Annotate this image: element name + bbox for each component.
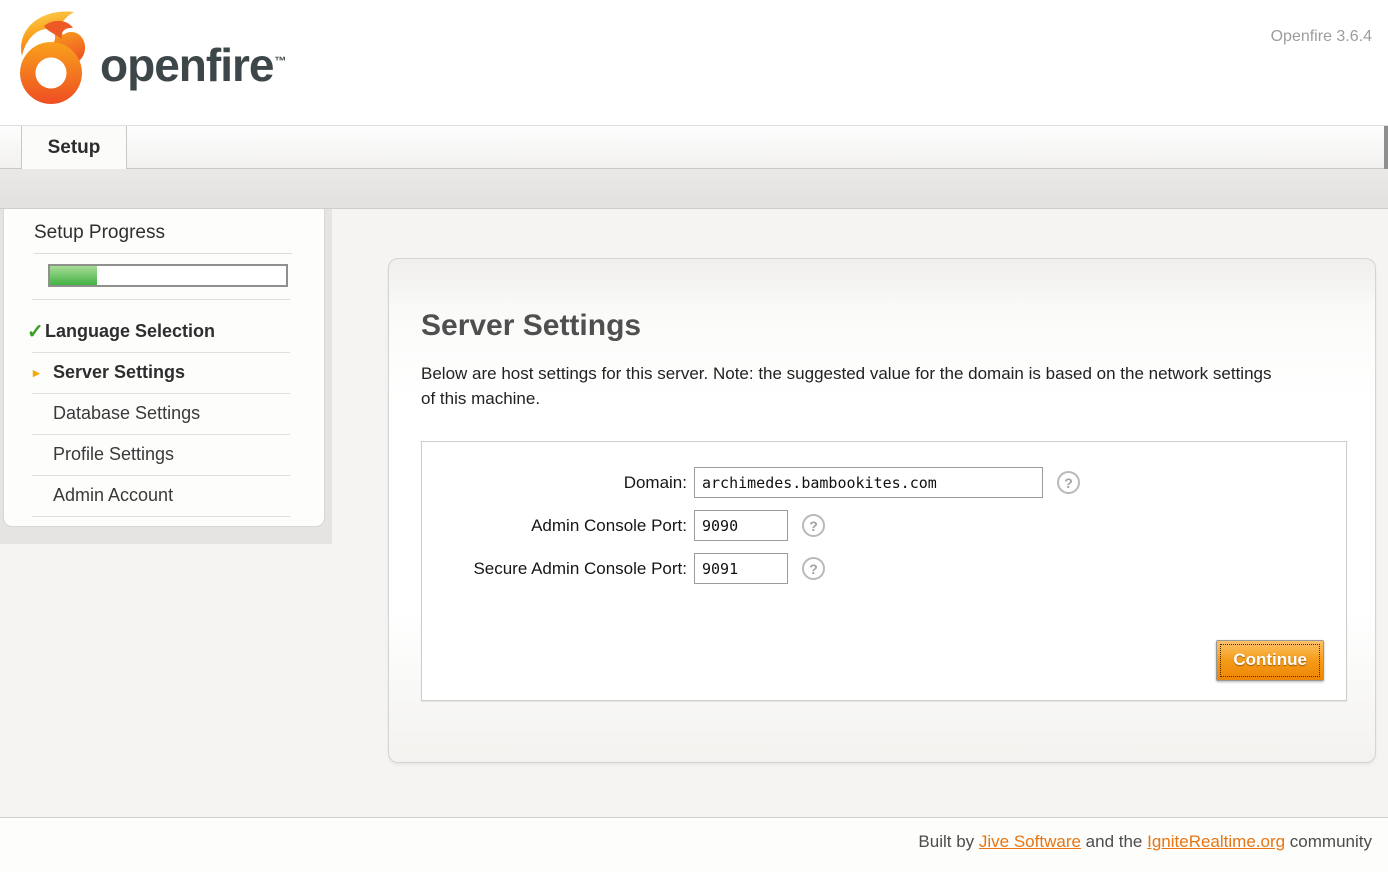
openfire-logo-icon: [14, 6, 92, 104]
form-row-secure-admin-console-port: Secure Admin Console Port: ?: [422, 553, 1346, 584]
sidebar-item-language-selection: ✓ Language Selection: [32, 312, 290, 353]
continue-button-label: Continue: [1220, 644, 1320, 677]
server-settings-form: Domain: ? Admin Console Port: ? Secure A…: [421, 441, 1347, 701]
igniterealtime-link[interactable]: IgniteRealtime.org: [1147, 832, 1285, 851]
sidebar-item-label: Admin Account: [53, 485, 173, 505]
form-row-domain: Domain: ?: [422, 467, 1346, 498]
sidebar-item-profile-settings: Profile Settings: [32, 435, 290, 476]
continue-button[interactable]: Continue: [1216, 640, 1324, 681]
sidebar-item-label: Database Settings: [53, 403, 200, 423]
header: openfire™ Openfire 3.6.4: [0, 0, 1388, 126]
sidebar-column: Setup Progress ✓ Language Selection ▸ Se…: [0, 209, 332, 544]
tab-bar: Setup: [0, 126, 1388, 169]
version-label: Openfire 3.6.4: [1271, 28, 1372, 46]
sidebar-item-label: Language Selection: [45, 321, 215, 341]
help-icon[interactable]: ?: [802, 557, 825, 580]
footer-text-suffix: community: [1285, 832, 1372, 851]
progress-section: [32, 260, 290, 300]
sidebar-item-server-settings: ▸ Server Settings: [32, 353, 290, 394]
secure-admin-console-port-label: Secure Admin Console Port:: [422, 559, 694, 579]
progress-bar: [48, 264, 288, 287]
footer-text-prefix: Built by: [918, 832, 978, 851]
sidebar-item-label: Server Settings: [53, 362, 185, 382]
brand-wordmark: openfire™: [100, 38, 285, 92]
footer-text-middle: and the: [1081, 832, 1147, 851]
sidebar-item-admin-account: Admin Account: [32, 476, 290, 517]
check-icon: ✓: [27, 319, 44, 344]
trademark-symbol: ™: [274, 54, 285, 68]
sub-navigation-bar: [0, 169, 1388, 209]
form-row-admin-console-port: Admin Console Port: ?: [422, 510, 1346, 541]
footer: Built by Jive Software and the IgniteRea…: [0, 817, 1388, 873]
progress-fill: [50, 266, 97, 285]
secure-admin-console-port-input[interactable]: [694, 553, 788, 584]
help-icon[interactable]: ?: [1057, 471, 1080, 494]
help-icon[interactable]: ?: [802, 514, 825, 537]
setup-progress-card: Setup Progress ✓ Language Selection ▸ Se…: [3, 209, 325, 527]
sidebar-item-label: Profile Settings: [53, 444, 174, 464]
jive-software-link[interactable]: Jive Software: [979, 832, 1081, 851]
admin-console-port-input[interactable]: [694, 510, 788, 541]
main-panel: Server Settings Below are host settings …: [388, 258, 1376, 763]
domain-input[interactable]: [694, 467, 1043, 498]
tab-setup[interactable]: Setup: [21, 126, 127, 169]
content-area: Setup Progress ✓ Language Selection ▸ Se…: [0, 209, 1388, 817]
page-title: Server Settings: [421, 309, 1375, 343]
sidebar-item-database-settings: Database Settings: [32, 394, 290, 435]
admin-console-port-label: Admin Console Port:: [422, 516, 694, 536]
page-description: Below are host settings for this server.…: [421, 362, 1289, 411]
setup-progress-title: Setup Progress: [34, 222, 292, 254]
domain-label: Domain:: [422, 473, 694, 493]
window-edge-sliver: [1384, 126, 1388, 169]
arrow-right-icon: ▸: [33, 365, 40, 381]
